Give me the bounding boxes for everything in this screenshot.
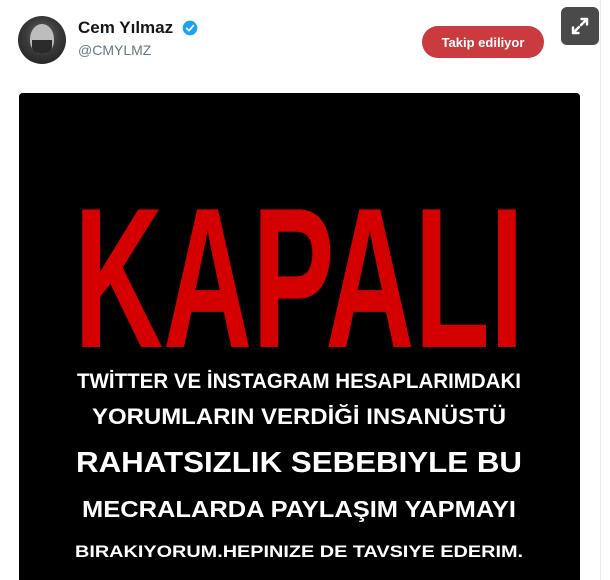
headline-text: KAPALI — [74, 167, 524, 390]
verified-badge-icon — [182, 20, 197, 36]
expand-button[interactable] — [561, 7, 599, 45]
following-button[interactable]: Takip ediliyor — [422, 26, 544, 58]
tweet-card: Cem Yılmaz @CMYLMZ Takip ediliyor KAPALI… — [0, 0, 601, 580]
caption-line-4: MECRALARDA PAYLAŞIM YAPMAYI — [82, 496, 516, 522]
expand-arrows-icon — [571, 17, 589, 35]
user-handle[interactable]: @CMYLMZ — [78, 42, 198, 58]
display-name[interactable]: Cem Yılmaz — [78, 18, 173, 38]
tweet-header: Cem Yılmaz @CMYLMZ Takip ediliyor — [18, 16, 578, 72]
avatar[interactable] — [18, 16, 66, 64]
tweet-media-image[interactable]: KAPALI TWİTTER VE İNSTAGRAM HESAPLARIMDA… — [19, 93, 580, 580]
user-name-block[interactable]: Cem Yılmaz @CMYLMZ — [78, 18, 198, 58]
caption-line-3: RAHATSIZLIK SEBEBIYLE BU — [76, 447, 522, 479]
caption-line-2: YORUMLARIN VERDİĞİ INSANÜSTÜ — [92, 404, 506, 429]
media-graphic: KAPALI TWİTTER VE İNSTAGRAM HESAPLARIMDA… — [19, 93, 580, 580]
caption-line-1: TWİTTER VE İNSTAGRAM HESAPLARIMDAKI — [77, 370, 521, 393]
avatar-beard — [32, 40, 52, 54]
caption-line-5: BIRAKIYORUM.HEPINIZE DE TAVSIYE EDERIM. — [75, 542, 523, 561]
